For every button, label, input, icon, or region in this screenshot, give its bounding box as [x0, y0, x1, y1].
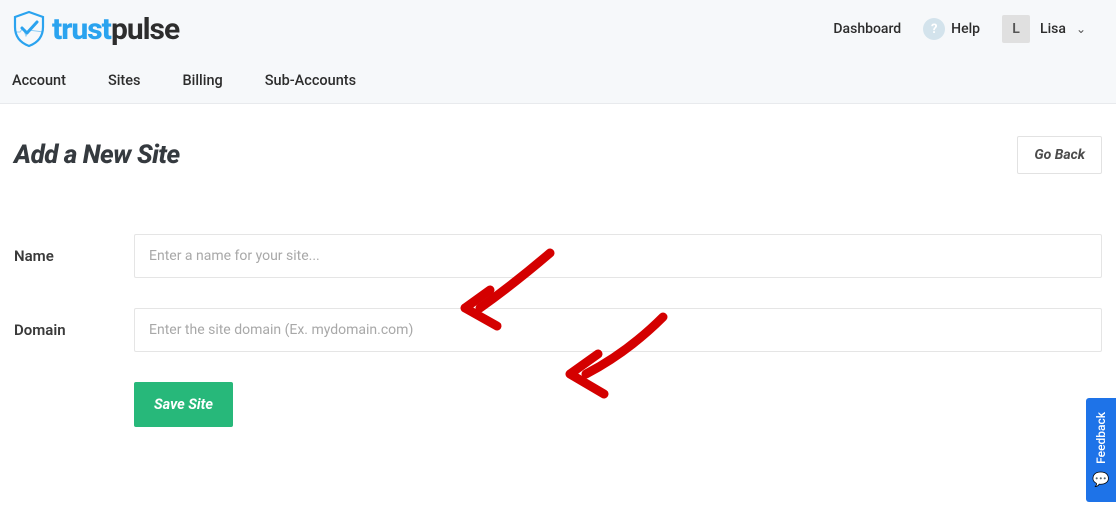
- dashboard-link[interactable]: Dashboard: [833, 21, 901, 37]
- title-row: Add a New Site Go Back: [14, 136, 1102, 174]
- domain-label: Domain: [14, 321, 134, 339]
- feedback-tab[interactable]: Feedback 💬: [1086, 398, 1116, 502]
- logo-text: trustpulse: [52, 12, 179, 47]
- header-actions: Dashboard ? Help L Lisa ⌄: [833, 15, 1104, 43]
- shield-check-icon: [12, 10, 46, 48]
- page-title: Add a New Site: [14, 140, 180, 170]
- user-menu[interactable]: L Lisa ⌄: [1002, 15, 1086, 43]
- help-icon: ?: [923, 18, 945, 40]
- name-label: Name: [14, 247, 134, 265]
- go-back-button[interactable]: Go Back: [1017, 136, 1102, 174]
- logo[interactable]: trustpulse: [12, 10, 179, 48]
- chevron-down-icon: ⌄: [1076, 22, 1086, 36]
- field-domain: Domain: [14, 308, 1102, 352]
- feedback-label: Feedback: [1094, 412, 1108, 464]
- name-input[interactable]: [134, 234, 1102, 278]
- nav-sites[interactable]: Sites: [108, 72, 141, 89]
- header: trustpulse Dashboard ? Help L Lisa ⌄ Acc…: [0, 0, 1116, 104]
- avatar: L: [1002, 15, 1030, 43]
- field-name: Name: [14, 234, 1102, 278]
- save-site-button[interactable]: Save Site: [134, 382, 233, 427]
- chat-icon: 💬: [1092, 472, 1109, 488]
- nav-subaccounts[interactable]: Sub-Accounts: [265, 72, 356, 89]
- nav-billing[interactable]: Billing: [183, 72, 223, 89]
- nav-account[interactable]: Account: [12, 72, 66, 89]
- domain-input[interactable]: [134, 308, 1102, 352]
- header-row: trustpulse Dashboard ? Help L Lisa ⌄: [0, 0, 1116, 48]
- help-label: Help: [951, 21, 980, 37]
- help-link[interactable]: ? Help: [923, 18, 980, 40]
- sub-nav: Account Sites Billing Sub-Accounts: [0, 48, 1116, 103]
- user-name: Lisa: [1040, 21, 1066, 37]
- content: Add a New Site Go Back Name Domain Save …: [0, 104, 1116, 427]
